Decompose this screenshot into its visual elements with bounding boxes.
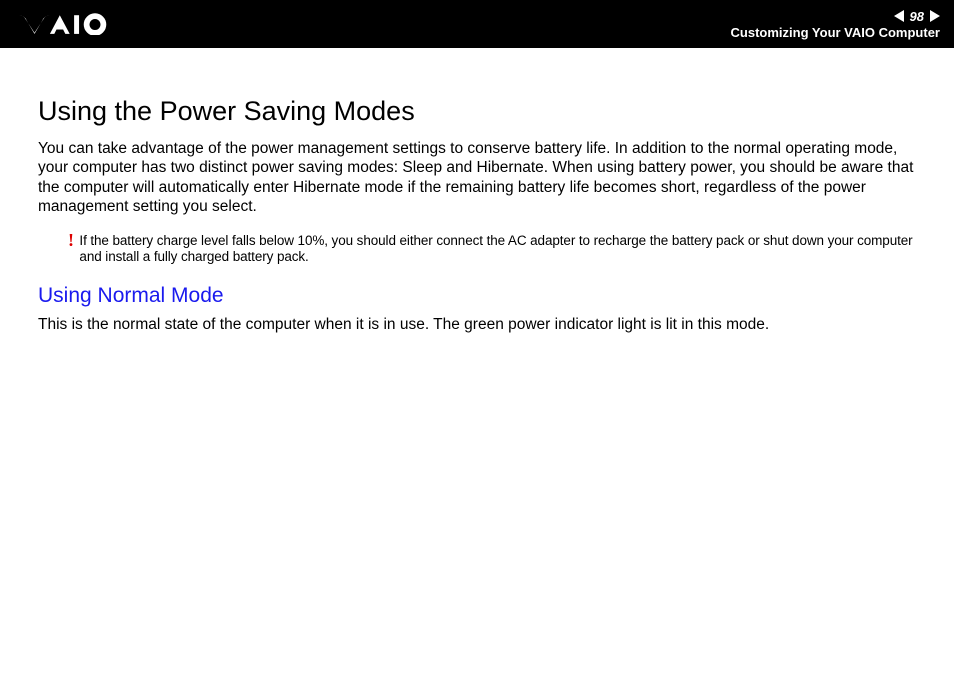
warning-block: ! If the battery charge level falls belo…: [38, 233, 916, 267]
section-label: Customizing Your VAIO Computer: [731, 25, 940, 40]
prev-page-icon[interactable]: [894, 10, 904, 22]
document-header: 98 Customizing Your VAIO Computer: [0, 0, 954, 48]
vaio-logo: [18, 13, 128, 35]
warning-icon: !: [68, 231, 77, 249]
page-navigation: 98: [894, 9, 940, 24]
intro-paragraph: You can take advantage of the power mana…: [38, 139, 916, 217]
page-title: Using the Power Saving Modes: [38, 96, 916, 127]
next-page-icon[interactable]: [930, 10, 940, 22]
warning-text: If the battery charge level falls below …: [79, 233, 916, 267]
subsection-text: This is the normal state of the computer…: [38, 316, 916, 334]
page-number: 98: [908, 9, 926, 24]
subsection-title: Using Normal Mode: [38, 284, 916, 308]
page-content: Using the Power Saving Modes You can tak…: [0, 48, 954, 334]
header-right: 98 Customizing Your VAIO Computer: [731, 9, 940, 40]
